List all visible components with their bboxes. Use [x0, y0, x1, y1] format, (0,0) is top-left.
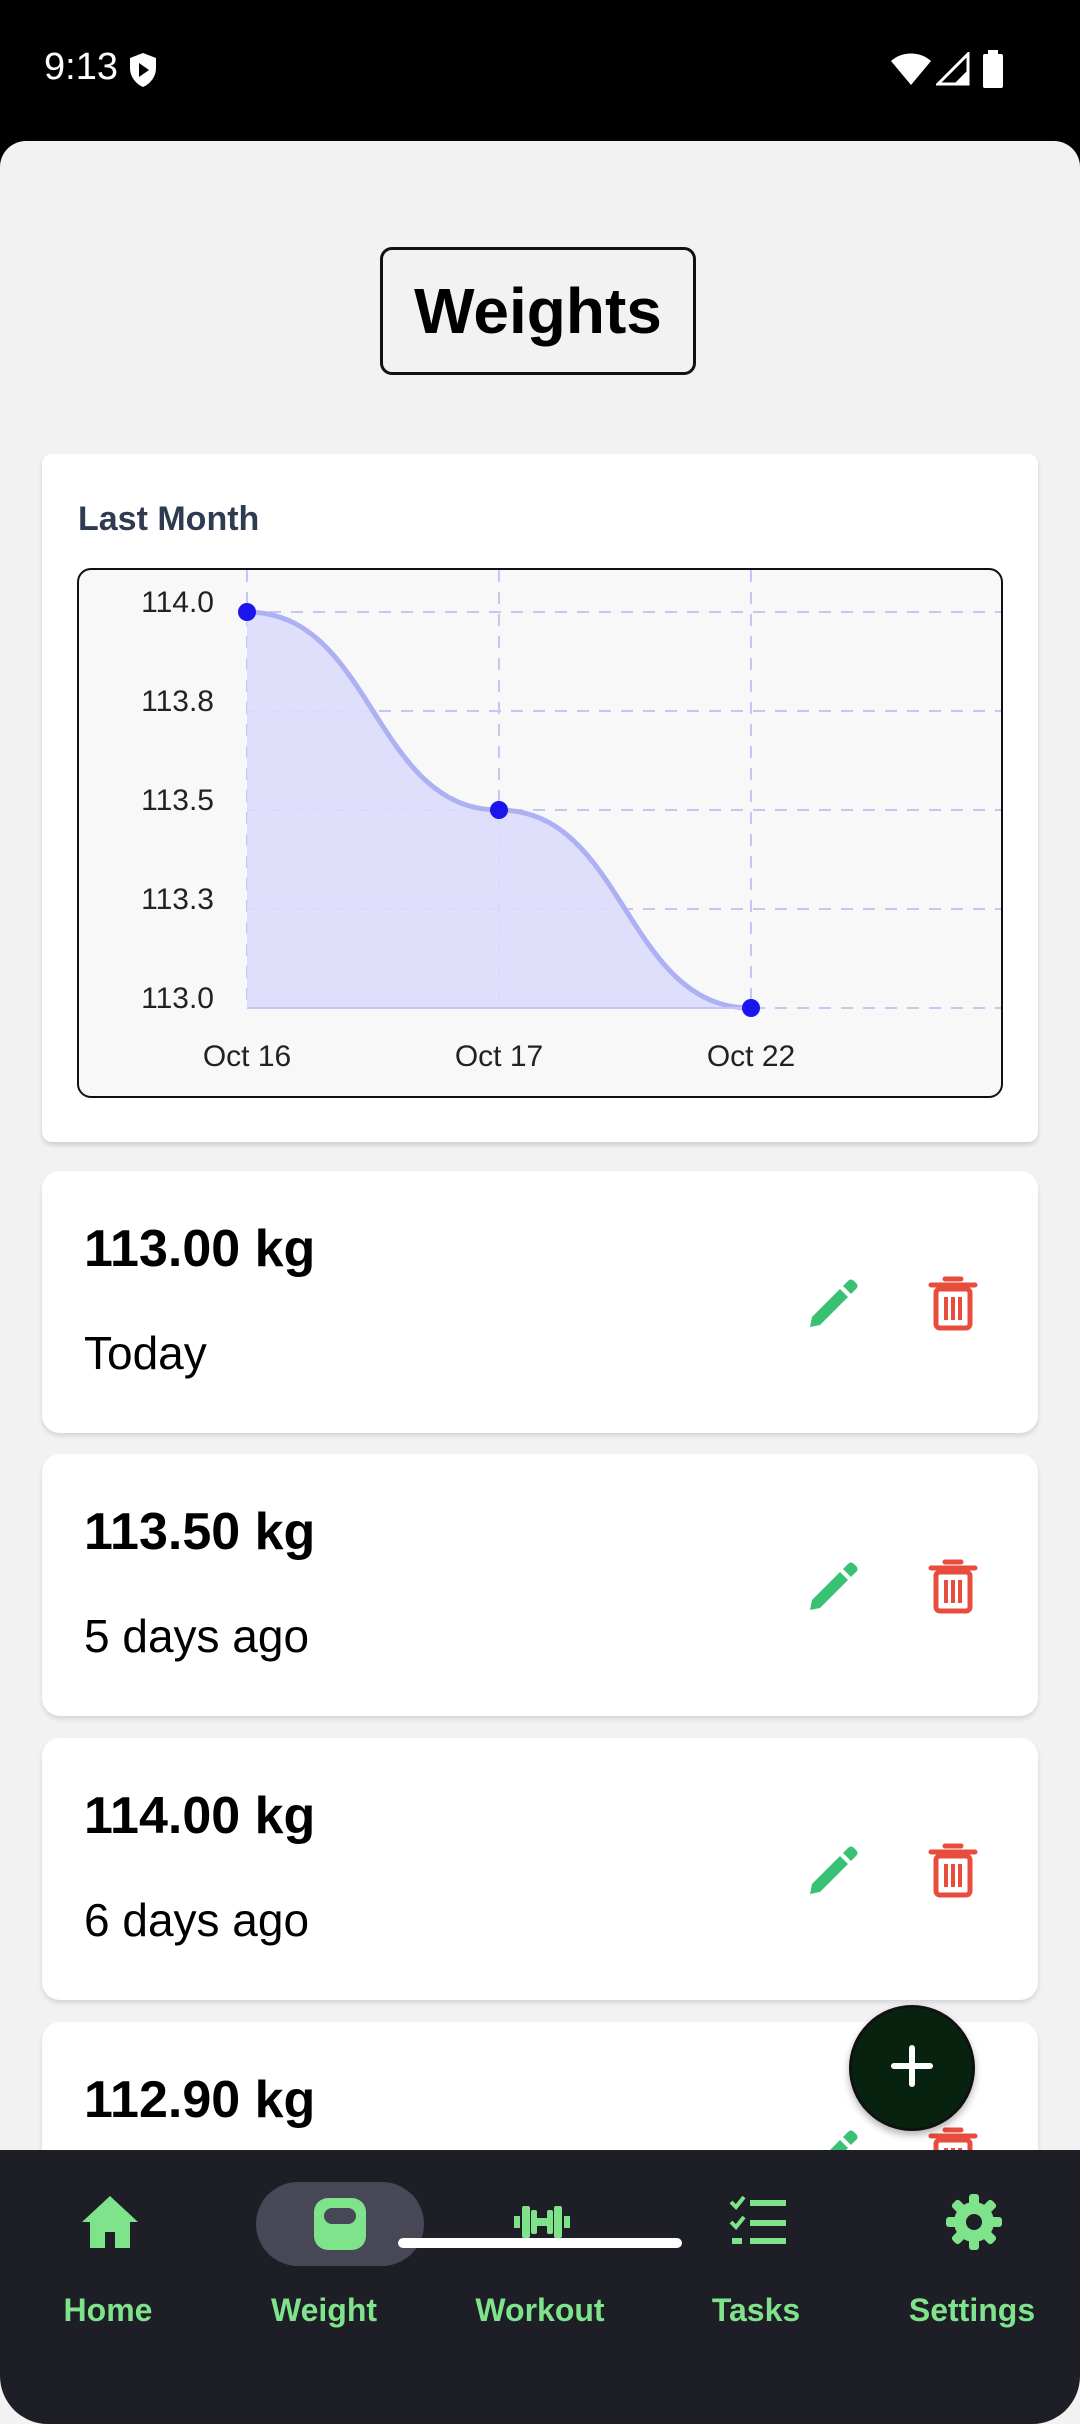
nav-label-home: Home	[63, 2292, 153, 2328]
entry-weight: 113.50 kg	[84, 1503, 316, 1561]
entry-date: Today	[84, 1327, 207, 1379]
nav-item-workout[interactable]: Workout	[432, 2150, 648, 2350]
x-tick-label: Oct 17	[455, 1040, 543, 1073]
entry-weight: 114.00 kg	[84, 1787, 316, 1845]
signal-icon	[934, 50, 970, 91]
chart-title: Last Month	[78, 500, 260, 538]
nav-label-settings: Settings	[908, 2292, 1036, 2328]
data-point	[742, 999, 760, 1017]
y-tick-label: 113.8	[141, 685, 214, 718]
entry-weight: 113.00 kg	[84, 1220, 316, 1278]
status-bar: 9:13	[0, 0, 1080, 141]
nav-item-home[interactable]: Home	[0, 2150, 216, 2350]
home-indicator	[398, 2238, 682, 2248]
checklist-icon	[728, 2192, 788, 2252]
weight-chart-svg: 114.0 113.8 113.5 113.3 113.0 Oct 16 Oct 17 Oct…	[141, 570, 1001, 1073]
weight-entry-card[interactable]: 113.50 kg 5 days ago	[42, 1454, 1038, 1716]
weight-entry-card[interactable]: 114.00 kg 6 days ago	[42, 1738, 1038, 2000]
nav-item-settings[interactable]: Settings	[864, 2150, 1080, 2350]
nav-item-tasks[interactable]: Tasks	[648, 2150, 864, 2350]
data-point	[238, 603, 256, 621]
gear-icon	[944, 2192, 1004, 2252]
nav-label-tasks: Tasks	[711, 2292, 801, 2328]
nav-label-weight: Weight	[270, 2292, 378, 2328]
bottom-navigation: Home Weight Workout Tasks Settings	[0, 2150, 1080, 2424]
delete-icon[interactable]	[928, 1275, 978, 1331]
nav-item-weight[interactable]: Weight	[216, 2150, 432, 2350]
data-point	[490, 801, 508, 819]
y-tick-label: 113.3	[141, 883, 214, 916]
plus-icon	[890, 2044, 934, 2093]
wifi-icon	[890, 52, 932, 91]
status-time: 9:13	[44, 46, 118, 88]
weight-entry-card[interactable]: 113.00 kg Today	[42, 1171, 1038, 1433]
add-weight-button[interactable]	[849, 2005, 975, 2131]
page-title: Weights	[380, 247, 696, 375]
entry-weight: 112.90 kg	[84, 2071, 316, 2129]
home-icon	[80, 2192, 140, 2252]
entry-date: 6 days ago	[84, 1894, 310, 1946]
x-tick-label: Oct 16	[203, 1040, 291, 1073]
kettlebell-icon	[310, 2196, 370, 2256]
edit-icon[interactable]	[806, 1560, 858, 1612]
edit-icon[interactable]	[806, 1277, 858, 1329]
chart-card: Last Month 114.0 113.8 113.5 113.3 113.0 Oct …	[42, 454, 1038, 1142]
weights-screen: Weights Last Month 114.0 113.8 113.5 113.3 1…	[0, 141, 1080, 2424]
battery-icon	[982, 50, 1004, 93]
edit-icon[interactable]	[806, 1844, 858, 1896]
x-tick-label: Oct 22	[707, 1040, 795, 1073]
y-tick-label: 113.5	[141, 784, 214, 817]
nav-label-workout: Workout	[475, 2292, 605, 2328]
shield-icon	[128, 52, 158, 93]
delete-icon[interactable]	[928, 1558, 978, 1614]
entry-date: 5 days ago	[84, 1610, 310, 1662]
delete-icon[interactable]	[928, 1842, 978, 1898]
weight-chart: 114.0 113.8 113.5 113.3 113.0 Oct 16 Oct 17 Oct…	[77, 568, 1003, 1098]
y-tick-label: 114.0	[141, 586, 214, 619]
y-tick-label: 113.0	[141, 982, 214, 1015]
